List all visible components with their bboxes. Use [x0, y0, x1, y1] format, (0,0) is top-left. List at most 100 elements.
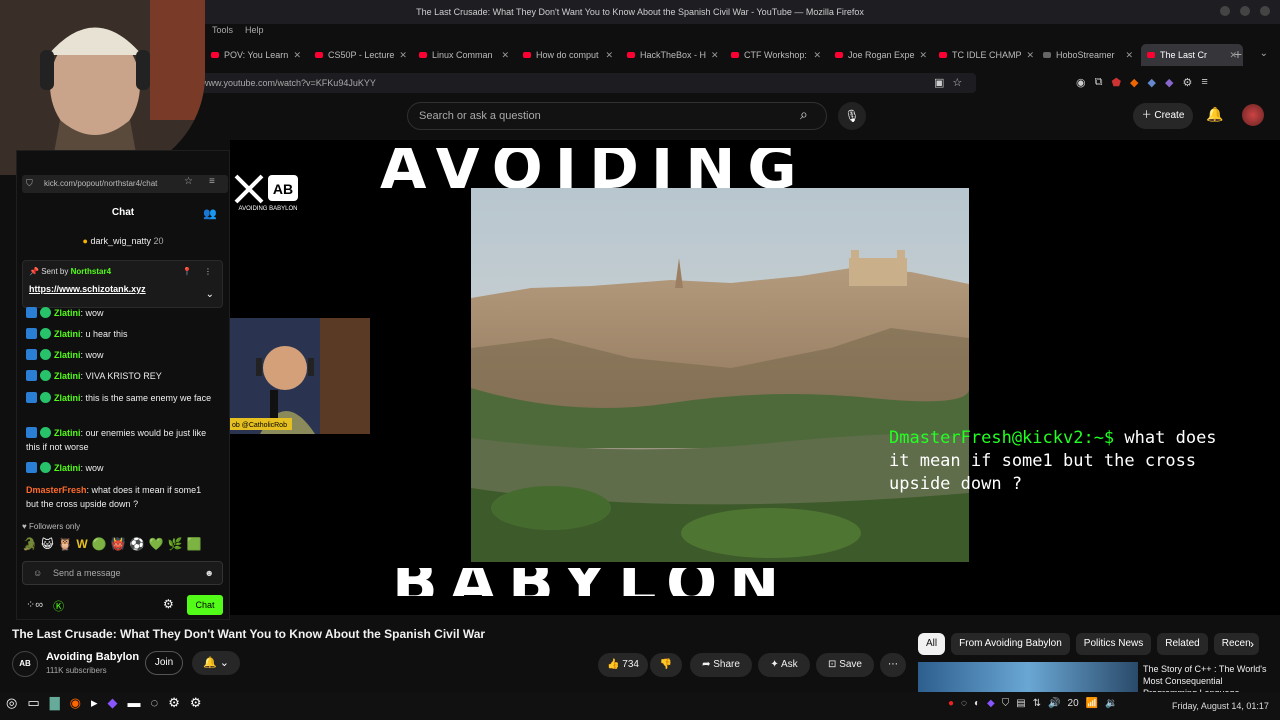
chat-settings-gear-icon[interactable]: ⚙: [163, 597, 174, 611]
chip-politics-news[interactable]: Politics News: [1075, 633, 1152, 655]
chat-username[interactable]: Zlatini: [54, 308, 81, 318]
chat-url-bar[interactable]: kick.com/popout/northstar4/chat: [22, 175, 228, 193]
browser-tab[interactable]: TC IDLE CHAMP ✕: [933, 44, 1035, 66]
close-tab-icon[interactable]: ✕: [605, 50, 613, 61]
extension-icon[interactable]: ◆: [1148, 76, 1156, 89]
close-tab-icon[interactable]: ✕: [813, 50, 821, 61]
extension-icon[interactable]: ◆: [1130, 76, 1138, 89]
desktop-icon[interactable]: ▭: [27, 695, 39, 711]
chip-all[interactable]: All: [918, 633, 946, 655]
chat-username[interactable]: DmasterFresh: [26, 485, 87, 495]
browser-tab[interactable]: CTF Workshop: ✕: [725, 44, 827, 66]
chat-users-icon[interactable]: 👥: [203, 207, 217, 220]
emote-icon[interactable]: 🟢: [92, 537, 107, 551]
obs-icon[interactable]: ◌: [151, 695, 159, 711]
app-launcher-icon[interactable]: ◎: [6, 695, 17, 711]
browser-tab[interactable]: POV: You Learn ✕: [205, 44, 307, 66]
ask-button[interactable]: ✦ Ask: [758, 653, 810, 677]
emote-menu-icon[interactable]: ☻: [205, 562, 214, 584]
chat-username[interactable]: Zlatini: [54, 463, 81, 473]
browser-tab[interactable]: HackTheBox - H ✕: [621, 44, 723, 66]
browser-tab[interactable]: HoboStreamer ✕: [1037, 44, 1139, 66]
ublock-icon[interactable]: ⬟: [1111, 76, 1121, 89]
close-tab-icon[interactable]: ✕: [399, 50, 407, 61]
close-tab-icon[interactable]: ✕: [293, 50, 301, 61]
microphone-icon[interactable]: 🎙: [838, 102, 866, 130]
user-avatar[interactable]: [1242, 104, 1264, 126]
chip-from-channel[interactable]: From Avoiding Babylon: [951, 633, 1070, 655]
send-chat-button[interactable]: Chat: [187, 595, 223, 615]
browser-tab[interactable]: Linux Comman ✕: [413, 44, 515, 66]
kick-icon[interactable]: Ⓚ: [53, 598, 64, 614]
notifications-bell-icon[interactable]: 🔔: [1206, 106, 1223, 123]
chevron-down-icon[interactable]: ⌄: [206, 289, 214, 300]
pinned-link[interactable]: https://www.schizotank.xyz: [29, 284, 216, 294]
obsidian-icon[interactable]: ◆: [108, 695, 118, 711]
browser-tab[interactable]: How do comput ✕: [517, 44, 619, 66]
minimize-button[interactable]: [1220, 6, 1230, 16]
browser-tab-active[interactable]: The Last Cr ✕: [1141, 44, 1243, 66]
search-icon[interactable]: ⌕: [800, 106, 808, 123]
wifi-icon[interactable]: 📶: [1086, 698, 1098, 709]
emote-icon[interactable]: W: [76, 537, 87, 551]
firefox-icon[interactable]: ◉: [70, 695, 81, 711]
emote-icon[interactable]: 👹: [111, 537, 126, 551]
emote-icon[interactable]: 💚: [149, 537, 164, 551]
menu-tools[interactable]: Tools: [212, 25, 233, 35]
emote-icon[interactable]: 😺: [41, 537, 54, 551]
file-manager-icon[interactable]: ▇: [50, 695, 60, 711]
extension-icon[interactable]: ◆: [1165, 76, 1173, 89]
close-tab-icon[interactable]: ✕: [711, 50, 719, 61]
subscription-bell-button[interactable]: 🔔 ⌄: [192, 651, 240, 675]
close-tab-icon[interactable]: ✕: [920, 50, 928, 61]
emote-icon[interactable]: 🦉: [57, 537, 72, 551]
settings-icon[interactable]: ⚙: [168, 695, 180, 711]
maximize-button[interactable]: [1240, 6, 1250, 16]
chat-username[interactable]: Zlatini: [54, 371, 81, 381]
emote-icon[interactable]: 🐊: [22, 537, 37, 551]
settings-icon[interactable]: ⚙: [190, 695, 202, 711]
like-button[interactable]: 👍 734: [598, 653, 648, 677]
join-button[interactable]: Join: [145, 651, 183, 675]
emote-icon[interactable]: 🌿: [168, 537, 183, 551]
more-options-icon[interactable]: ⋮: [204, 267, 212, 276]
new-tab-button[interactable]: +: [1234, 46, 1242, 62]
channel-name[interactable]: Avoiding Babylon: [46, 651, 139, 663]
quick-emotes-icon[interactable]: ⁘∞: [26, 598, 43, 614]
chat-username[interactable]: Zlatini: [54, 393, 81, 403]
record-icon[interactable]: ●: [948, 698, 954, 709]
menu-icon[interactable]: ≡: [1201, 76, 1207, 89]
dislike-button[interactable]: 👎: [650, 653, 682, 677]
chip-related[interactable]: Related: [1157, 633, 1208, 655]
bookmark-star-icon[interactable]: ☆: [184, 176, 193, 187]
speaker-icon[interactable]: 🔉: [1105, 698, 1117, 709]
channel-avatar[interactable]: AB: [12, 651, 38, 677]
recommended-video-title[interactable]: The Story of C++ : The World's Most Cons…: [1143, 663, 1273, 693]
url-bar[interactable]: www.youtube.com/watch?v=KFKu94JuKYY: [196, 73, 976, 93]
emoji-picker-icon[interactable]: ☺: [33, 562, 42, 584]
obsidian-tray-icon[interactable]: ◆: [987, 698, 995, 709]
share-button[interactable]: ➦ Share: [690, 653, 752, 677]
clipboard-icon[interactable]: ▤: [1016, 698, 1025, 709]
bookmark-star-icon[interactable]: ☆: [952, 76, 962, 89]
gifter-name[interactable]: dark_wig_natty: [90, 236, 151, 246]
close-tab-icon[interactable]: ✕: [1125, 50, 1133, 61]
vpn-icon[interactable]: ⛉: [1002, 698, 1010, 709]
chat-username[interactable]: Zlatini: [54, 329, 81, 339]
chevron-right-icon[interactable]: ›: [1250, 637, 1254, 651]
recommended-video-thumbnail[interactable]: [918, 662, 1138, 692]
pinned-sender[interactable]: Northstar4: [71, 267, 111, 276]
chat-username[interactable]: Zlatini: [54, 428, 81, 438]
steam-icon[interactable]: ◐: [974, 698, 980, 709]
menu-icon[interactable]: ≡: [209, 176, 215, 187]
network-icon[interactable]: ⇅: [1033, 698, 1041, 709]
extensions-icon[interactable]: ⧉: [1095, 76, 1103, 89]
close-tab-icon[interactable]: ✕: [1027, 50, 1035, 61]
emote-icon[interactable]: 🟩: [187, 537, 202, 551]
menu-help[interactable]: Help: [245, 25, 264, 35]
terminal-icon[interactable]: ▸: [91, 695, 98, 711]
unpin-icon[interactable]: 📍: [182, 267, 192, 276]
browser-tab[interactable]: CS50P - Lecture ✕: [309, 44, 411, 66]
tab-list-chevron-icon[interactable]: ⌄: [1260, 48, 1268, 59]
terminal-icon[interactable]: ▬: [128, 695, 141, 711]
